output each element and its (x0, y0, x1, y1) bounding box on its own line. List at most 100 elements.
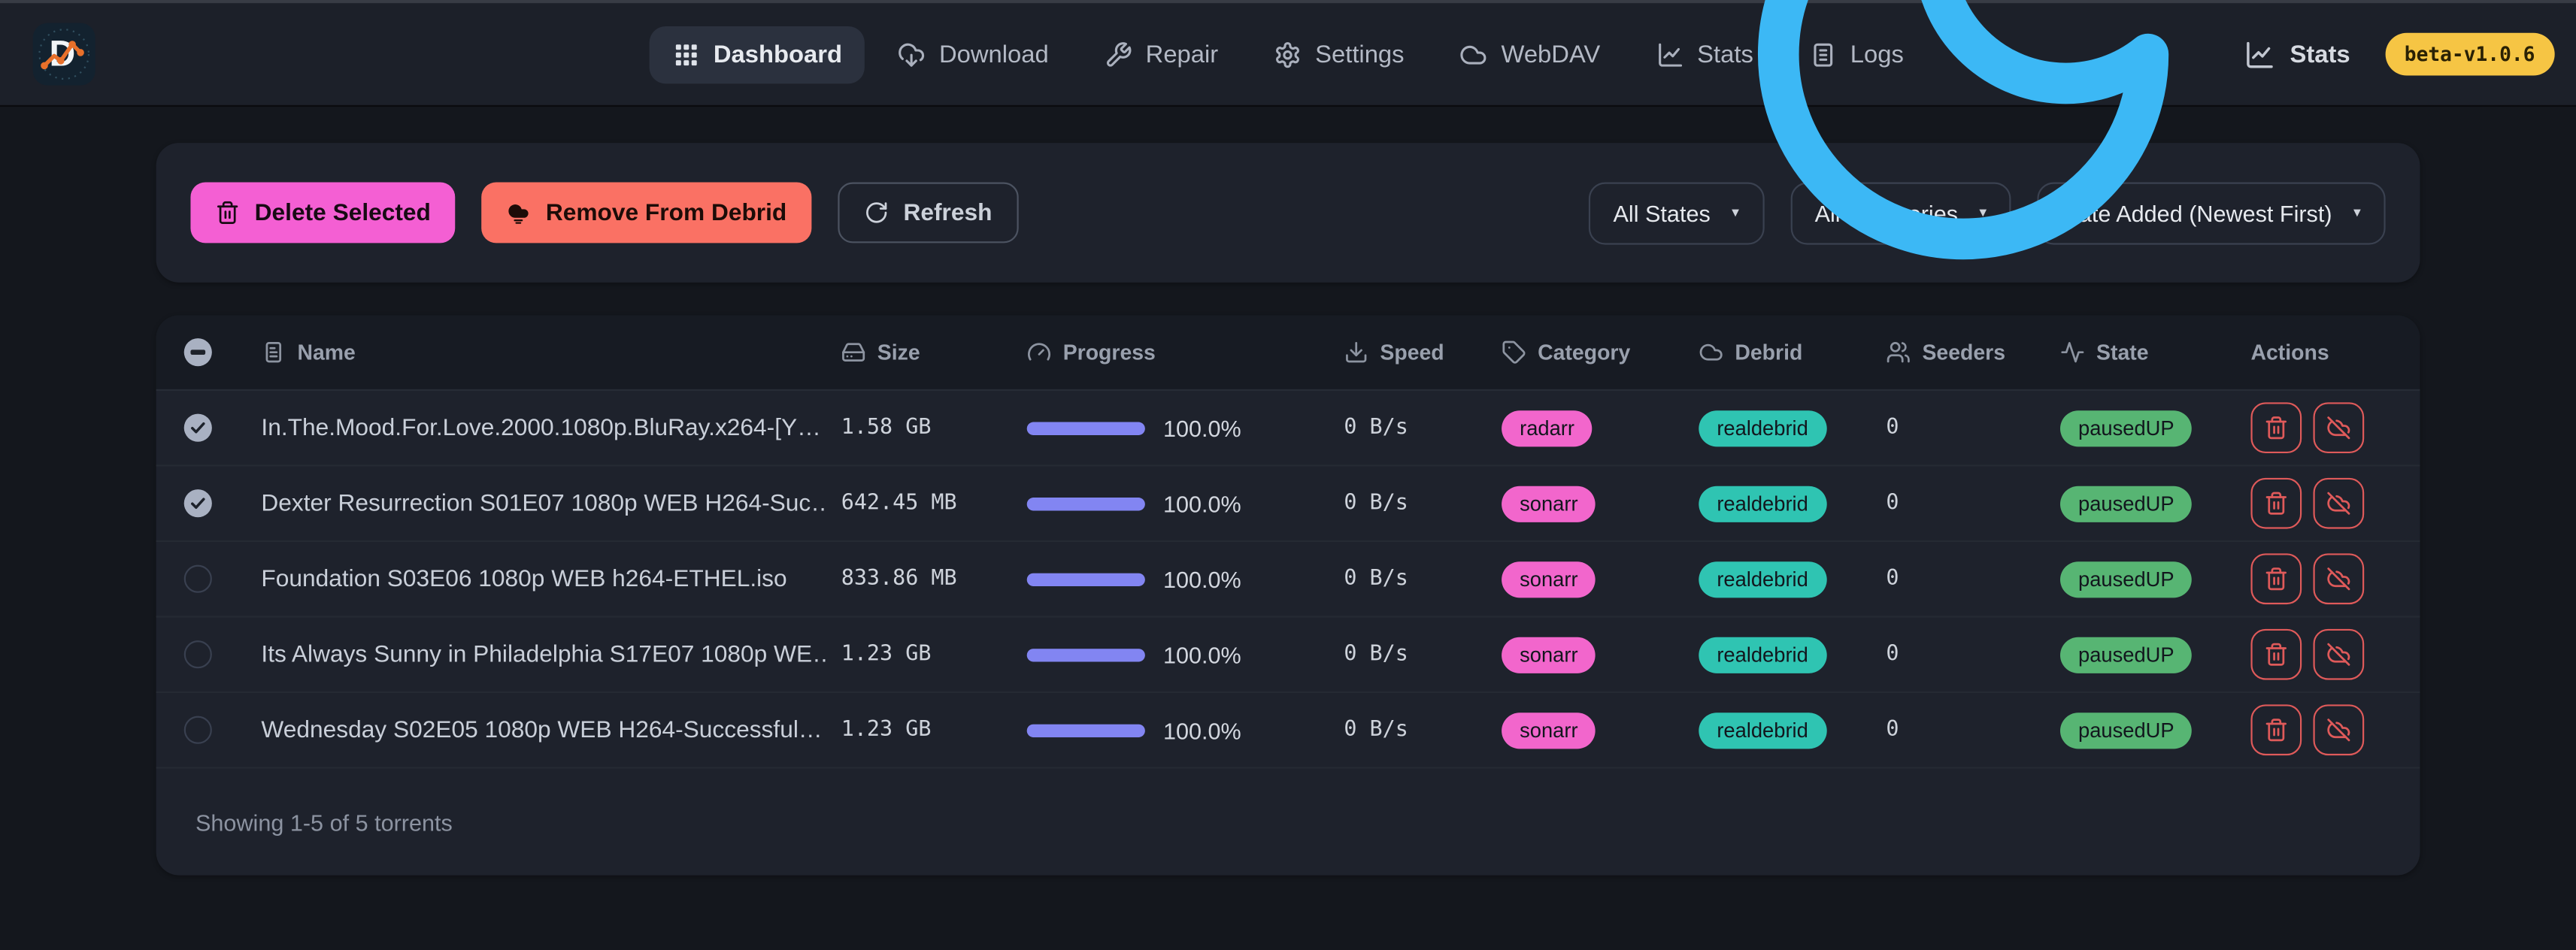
cloud-off-icon (2326, 642, 2351, 667)
table-row: In.The.Mood.For.Love.2000.1080p.BluRay.x… (156, 391, 2420, 467)
delete-torrent-button[interactable] (2250, 478, 2302, 529)
delete-torrent-button[interactable] (2250, 402, 2302, 453)
torrent-name: Wednesday S02E05 1080p WEB H264-Successf… (237, 717, 829, 743)
category-badge: sonarr (1502, 637, 1596, 673)
category-badge: sonarr (1502, 561, 1596, 597)
cloud-icon (1699, 340, 1723, 365)
progress-bar: 100.0% (1027, 641, 1338, 667)
torrent-size: 642.45 MB (828, 491, 1025, 516)
select-all-checkbox[interactable] (184, 338, 212, 366)
torrent-size: 1.23 GB (828, 642, 1025, 667)
cloud-off-icon (2326, 416, 2351, 440)
column-header-name: Name (237, 340, 829, 365)
check-icon (189, 419, 207, 437)
progress-percent: 100.0% (1163, 415, 1241, 441)
nav-tab-repair[interactable]: Repair (1081, 26, 1241, 83)
torrent-size: 1.58 GB (828, 416, 1025, 440)
state-badge: pausedUP (2060, 486, 2193, 522)
row-checkbox[interactable] (184, 640, 212, 668)
nav-tab-logs[interactable]: Logs (1787, 26, 1927, 83)
trash-icon (2264, 567, 2289, 591)
debrid-badge: realdebrid (1699, 712, 1826, 748)
column-header-category: Category (1502, 340, 1699, 365)
category-badge: radarr (1502, 410, 1593, 446)
row-checkbox[interactable] (184, 565, 212, 593)
logs-icon (1809, 41, 1837, 68)
row-checkbox[interactable] (184, 716, 212, 744)
delete-torrent-button[interactable] (2250, 553, 2302, 604)
remove-from-debrid-button[interactable]: Remove From Debrid (482, 183, 811, 244)
row-actions (2241, 402, 2420, 453)
trash-icon (2264, 416, 2289, 440)
users-icon (1886, 340, 1911, 365)
table-body: In.The.Mood.For.Love.2000.1080p.BluRay.x… (156, 391, 2420, 769)
remove-from-debrid-row-button[interactable] (2313, 553, 2364, 604)
torrent-seeders: 0 (1880, 718, 2060, 743)
debrid-badge: realdebrid (1699, 637, 1826, 673)
torrent-name: Foundation S03E06 1080p WEB h264-ETHEL.i… (237, 566, 829, 592)
stats-link[interactable]: Stats (2244, 38, 2350, 70)
refresh-icon (864, 201, 889, 225)
remove-from-debrid-label: Remove From Debrid (546, 199, 786, 225)
table-row: Wednesday S02E05 1080p WEB H264-Successf… (156, 693, 2420, 769)
table-header-row: Name Size Progress Speed Category Debrid… (156, 316, 2420, 392)
remove-from-debrid-row-button[interactable] (2313, 478, 2364, 529)
app-logo[interactable]: D (33, 23, 95, 86)
delete-selected-label: Delete Selected (255, 199, 431, 225)
download-icon (1344, 340, 1368, 365)
remove-from-debrid-row-button[interactable] (2313, 704, 2364, 755)
cloud-off-icon (2326, 718, 2351, 743)
table-row: Its Always Sunny in Philadelphia S17E07 … (156, 618, 2420, 694)
state-badge: pausedUP (2060, 712, 2193, 748)
logo-chart-icon (33, 23, 95, 86)
progress-percent: 100.0% (1163, 717, 1241, 743)
progress-percent: 100.0% (1163, 641, 1241, 667)
torrent-name: In.The.Mood.For.Love.2000.1080p.BluRay.x… (237, 415, 829, 441)
main-nav: Dashboard Download Repair Settings WebDA… (650, 26, 1927, 83)
torrent-speed: 0 B/s (1338, 416, 1502, 440)
remove-from-debrid-row-button[interactable] (2313, 629, 2364, 680)
column-header-size: Size (828, 340, 1025, 365)
column-header-debrid: Debrid (1699, 340, 1879, 365)
hard-drive-icon (841, 340, 866, 365)
chart-line-icon (1656, 41, 1684, 68)
refresh-button[interactable]: Refresh (838, 183, 1018, 244)
nav-tab-settings[interactable]: Settings (1251, 26, 1427, 83)
app-header: D Dashboard Download Repair Settings Web… (0, 3, 2576, 104)
delete-selected-button[interactable]: Delete Selected (190, 183, 455, 244)
column-header-speed: Speed (1338, 340, 1502, 365)
trash-icon (2264, 491, 2289, 516)
nav-tab-download[interactable]: Download (875, 26, 1072, 83)
debrid-badge: realdebrid (1699, 561, 1826, 597)
grid-icon (672, 41, 700, 68)
row-checkbox[interactable] (184, 489, 212, 517)
column-header-state: State (2060, 340, 2241, 365)
debrid-badge: realdebrid (1699, 486, 1826, 522)
row-actions (2241, 704, 2420, 755)
state-filter-value: All States (1614, 199, 1711, 225)
state-badge: pausedUP (2060, 561, 2193, 597)
delete-torrent-button[interactable] (2250, 629, 2302, 680)
state-badge: pausedUP (2060, 410, 2193, 446)
category-badge: sonarr (1502, 712, 1596, 748)
nav-tab-webdav[interactable]: WebDAV (1437, 26, 1623, 83)
version-badge[interactable]: beta-v1.0.6 (2385, 33, 2555, 76)
cloud-solid-icon (506, 201, 531, 225)
torrent-size: 1.23 GB (828, 718, 1025, 743)
delete-torrent-button[interactable] (2250, 704, 2302, 755)
refresh-label: Refresh (903, 199, 992, 225)
progress-bar: 100.0% (1027, 717, 1338, 743)
remove-from-debrid-row-button[interactable] (2313, 402, 2364, 453)
nav-tab-stats[interactable]: Stats (1633, 26, 1777, 83)
debrid-badge: realdebrid (1699, 410, 1826, 446)
row-checkbox[interactable] (184, 414, 212, 442)
cloud-download-icon (898, 41, 926, 68)
file-text-icon (261, 340, 286, 365)
torrent-table: Name Size Progress Speed Category Debrid… (156, 316, 2420, 876)
torrent-seeders: 0 (1880, 642, 2060, 667)
progress-bar: 100.0% (1027, 566, 1338, 592)
cloud-off-icon (2326, 567, 2351, 591)
nav-tab-dashboard[interactable]: Dashboard (650, 26, 865, 83)
table-row: Dexter Resurrection S01E07 1080p WEB H26… (156, 467, 2420, 543)
trash-icon (215, 201, 240, 225)
